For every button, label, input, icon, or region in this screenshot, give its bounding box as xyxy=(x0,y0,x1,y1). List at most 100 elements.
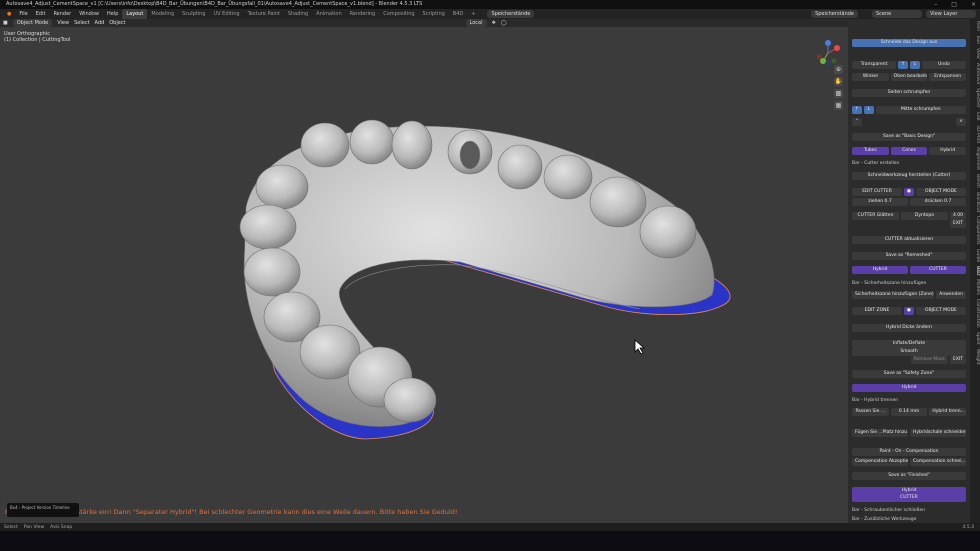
inflate-deflate-button[interactable]: Inflate/Deflate xyxy=(852,340,966,348)
arrow-up-icon[interactable]: ↑ xyxy=(898,61,908,69)
tab-uv-editing[interactable]: UV Editing xyxy=(209,9,243,19)
add-space-button[interactable]: Fügen Sie ...Platz hinzu xyxy=(852,429,908,437)
pan-hand-icon[interactable]: ✋ xyxy=(834,77,843,86)
cutter-smooth-button[interactable]: CUTTER Glätten xyxy=(852,212,899,220)
save-basic-design-button[interactable]: Save as "Basic Design" xyxy=(852,133,966,141)
menu-view[interactable]: View xyxy=(57,20,69,26)
tab-3d-print[interactable]: 3D-Print xyxy=(970,123,980,145)
tab-layout[interactable]: Layout xyxy=(122,9,148,19)
save-states-button-left[interactable]: Speicherstände xyxy=(487,10,535,18)
camera-icon[interactable]: ▩ xyxy=(834,89,843,98)
navigation-gizmo[interactable] xyxy=(814,39,842,67)
edit-cutter-button[interactable]: EDIT CUTTER xyxy=(852,188,903,196)
collapse-icon[interactable]: ⌃ xyxy=(852,118,862,126)
angle-button[interactable]: Winkel xyxy=(852,73,889,81)
3d-viewport[interactable]: User Orthographic (1) Collection | Cutti… xyxy=(0,27,848,523)
object-mode-zone-button[interactable]: OBJECT MODE xyxy=(915,307,966,315)
transparent-toggle[interactable]: Transparent xyxy=(852,61,897,69)
close-icon[interactable]: × xyxy=(971,0,976,9)
panel-close-icon[interactable]: × xyxy=(956,118,966,126)
save-remeshed-button[interactable]: Save as "Remeshed" xyxy=(852,252,966,260)
tab-hybrid[interactable]: Hybrid xyxy=(929,147,967,155)
timeline-thumbnail[interactable]: Bx4 - Project Version Timeline xyxy=(7,503,79,517)
zone-mode-icon[interactable]: ● xyxy=(904,307,914,315)
cut-design-button[interactable]: Schneide das Design aus xyxy=(852,39,966,47)
menu-window[interactable]: Window xyxy=(75,9,103,19)
tab-texture-paint[interactable]: Texture Paint xyxy=(244,9,284,19)
cutter-section-header[interactable]: Bar - Cutter erstellen xyxy=(852,159,966,167)
object-mode-button[interactable]: OBJECT MODE xyxy=(915,188,966,196)
cutter-button-3[interactable]: CUTTER xyxy=(852,494,966,502)
smooth-button[interactable]: Smooth xyxy=(852,348,966,356)
save-states-button-right[interactable]: Speicherstände xyxy=(811,10,858,18)
tab-b4d[interactable]: B4D xyxy=(449,9,467,19)
hybrid-thickness-button[interactable]: Hybrid Dicke ändern xyxy=(852,324,966,332)
cutter-mode-icon[interactable]: ● xyxy=(904,188,914,196)
tab-speicher[interactable]: Speicher xyxy=(970,86,980,110)
hybrid-button[interactable]: Hybrid xyxy=(852,266,908,274)
tab-models[interactable]: Models xyxy=(970,277,980,297)
menu-select[interactable]: Select xyxy=(74,20,89,26)
arrow-down-icon[interactable]: ↓ xyxy=(910,61,920,69)
tab-guide[interactable]: Guide xyxy=(970,247,980,264)
blender-logo-icon[interactable]: ● xyxy=(3,9,15,19)
tab-bench[interactable]: Bench xyxy=(970,172,980,190)
hybrid-separate-button[interactable]: Hybrid trenn... xyxy=(929,408,967,416)
maximize-icon[interactable]: □ xyxy=(951,0,957,9)
dyntopo-value[interactable]: 4.00 xyxy=(949,212,966,220)
accept-compensation-button[interactable]: Compensation Akzeptieren xyxy=(852,458,908,466)
menu-object[interactable]: Object xyxy=(109,20,125,26)
hybrid-separate-section-header[interactable]: Bar - Hybrid trennen xyxy=(852,396,966,404)
shrink-sides-button[interactable]: Seiten schrumpfen xyxy=(852,89,966,97)
add-safety-zone-button[interactable]: Sicherheitszone hinzufügen (Zone) xyxy=(852,291,935,299)
create-cutter-button[interactable]: Schneidwerkzeug herstellen (Cutter) xyxy=(852,172,966,180)
cut-hybrid-shell-button[interactable]: Hybridschale schneiden xyxy=(910,429,966,437)
cut-compensation-button[interactable]: Compensation schnei... xyxy=(910,458,966,466)
edit-zone-button[interactable]: EDIT ZONE xyxy=(852,307,903,315)
tab-compositing[interactable]: Compositing xyxy=(379,9,418,19)
tools-section-header[interactable]: Bar - Zusätzliche Werkzeuge xyxy=(852,515,966,523)
cutter-button[interactable]: CUTTER xyxy=(910,266,966,274)
proportional-edit-icon[interactable]: ◯ xyxy=(501,20,507,26)
zoom-icon[interactable]: ⊕ xyxy=(834,65,843,74)
tab-components[interactable]: Components xyxy=(970,214,980,246)
remove-mask-button[interactable]: Remove Mask xyxy=(910,356,948,364)
grid-view-icon[interactable]: ▦ xyxy=(834,101,843,110)
tab-shading[interactable]: Shading xyxy=(284,9,312,19)
scene-selector[interactable]: Scene xyxy=(872,10,922,18)
dental-model[interactable] xyxy=(0,27,848,523)
tab-b4d[interactable]: B4D xyxy=(970,264,980,277)
tab-scripting[interactable]: Scripting xyxy=(419,9,449,19)
menu-edit[interactable]: Edit xyxy=(32,9,50,19)
relax-button[interactable]: Entspannen xyxy=(929,73,967,81)
exit-zone-button[interactable]: EXIT xyxy=(949,356,966,364)
save-safety-zone-button[interactable]: Save as "Safety Zone" xyxy=(852,370,966,378)
dyntopo-toggle[interactable]: Dyntopo xyxy=(900,212,948,220)
tab-item[interactable]: Item xyxy=(970,19,980,33)
safety-section-header[interactable]: Bar - Sicherheitszone hinzufügen xyxy=(852,279,966,287)
shrink-middle-button[interactable]: Mitte schrumpfen xyxy=(875,106,966,114)
tab-view[interactable]: View xyxy=(970,46,980,61)
snap-icon[interactable]: ❖ xyxy=(492,20,496,26)
tab-alignment[interactable]: Alignment xyxy=(970,145,980,172)
fit-value-field[interactable]: 0.14 mm xyxy=(890,408,928,416)
shrink-up-icon[interactable]: ↑ xyxy=(852,106,862,114)
tab-weight[interactable]: Weight xyxy=(970,347,980,367)
tab-rendering[interactable]: Rendering xyxy=(346,9,380,19)
undo-button[interactable]: Undo xyxy=(921,61,966,69)
add-workspace-icon[interactable]: + xyxy=(467,9,479,19)
screw-section-header[interactable]: Bar - Schraubenlöcher schließen xyxy=(852,506,966,514)
shrink-down-icon[interactable]: ↓ xyxy=(863,106,874,114)
menu-render[interactable]: Render xyxy=(49,9,75,19)
exit-sculpt-button[interactable]: EXIT xyxy=(949,220,966,228)
menu-help[interactable]: Help xyxy=(103,9,122,19)
tab-animation[interactable]: Animation xyxy=(312,9,346,19)
menu-add[interactable]: Add xyxy=(95,20,105,26)
press-button[interactable]: drücken 0.7 xyxy=(910,198,966,206)
tab-sculpting[interactable]: Sculpting xyxy=(178,9,209,19)
transform-orientation-selector[interactable]: Local xyxy=(465,19,487,27)
menu-file[interactable]: File xyxy=(15,9,31,19)
hybrid-button-2[interactable]: Hybrid xyxy=(852,384,966,392)
tab-autosave[interactable]: AutoSave xyxy=(970,61,980,87)
editor-type-icon[interactable]: ■ xyxy=(3,20,8,26)
